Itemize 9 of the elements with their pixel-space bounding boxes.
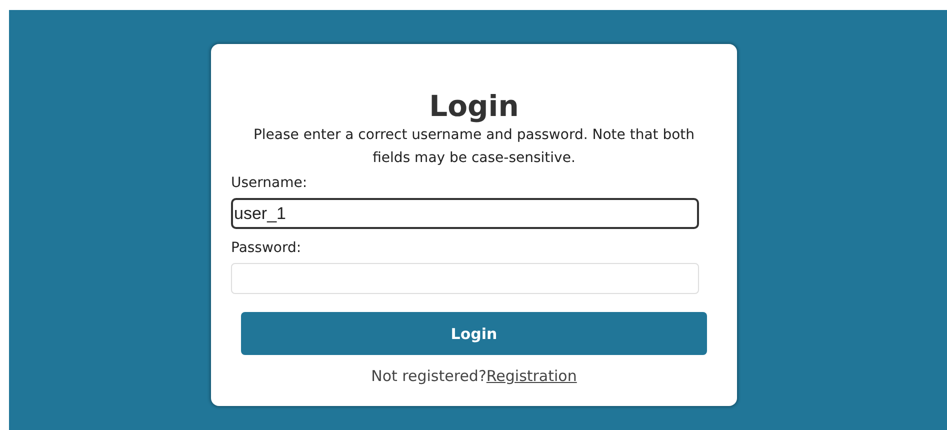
field-label: Password: [231, 239, 302, 257]
input-field[interactable]: user_1 [231, 198, 699, 229]
instructions-text: Please enter a correct username and password. Note that both fields may be case-sensitive. [252, 126, 696, 168]
field-label: Username: [231, 174, 308, 192]
login-title: Login [428, 88, 520, 124]
input-field[interactable] [231, 263, 699, 294]
registration-prompt: Not registered?Registration [370, 367, 578, 385]
registration-link[interactable]: Registration [486, 367, 577, 385]
login-button[interactable]: Login [241, 312, 707, 355]
